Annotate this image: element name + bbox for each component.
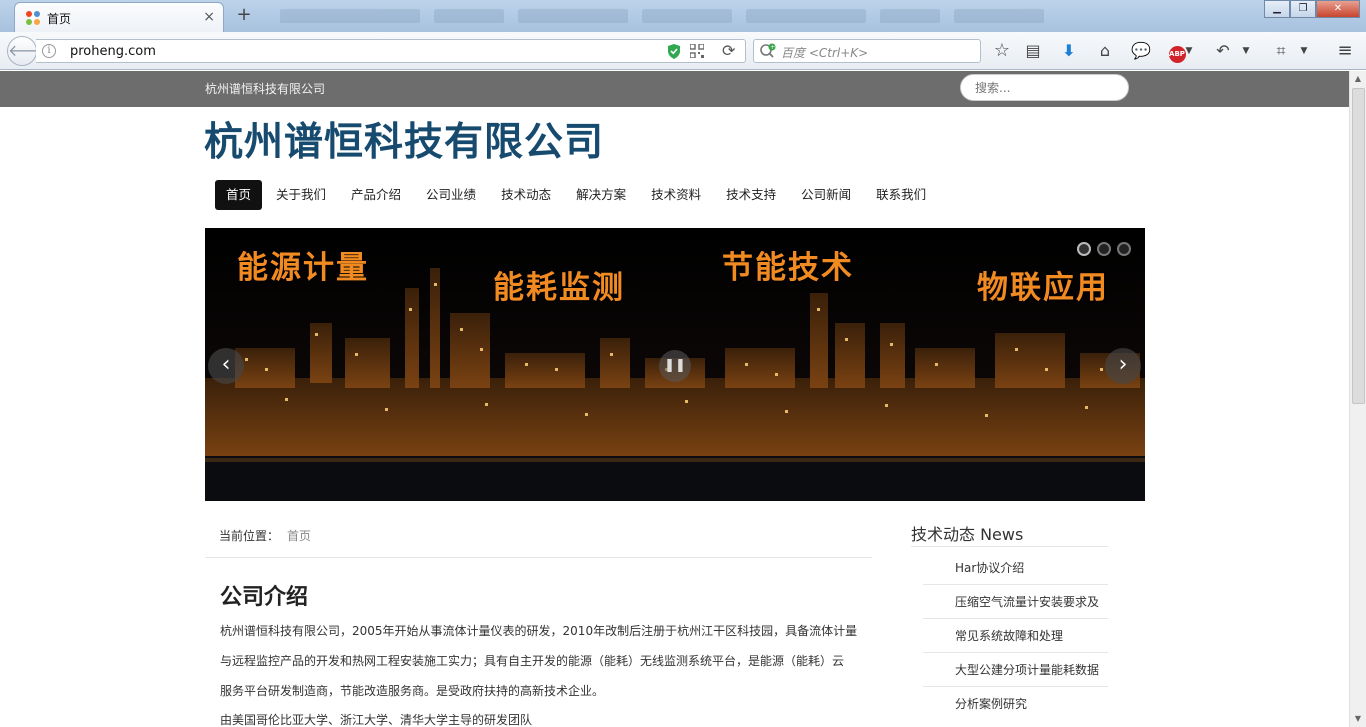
news-item[interactable]: 分析案例研究 bbox=[923, 687, 1108, 721]
banner-text-consumption-monitoring: 能耗监测 bbox=[493, 270, 625, 306]
url-text[interactable]: proheng.com bbox=[70, 44, 156, 59]
menu-item-company-news[interactable]: 公司新闻 bbox=[790, 180, 862, 210]
news-item[interactable]: 压缩空气流量计安装要求及 bbox=[923, 585, 1108, 619]
scrollbar-thumb[interactable] bbox=[1352, 88, 1365, 404]
maximize-button[interactable]: ❐ bbox=[1290, 0, 1316, 18]
svg-text:+: + bbox=[770, 44, 775, 51]
banner-text-energy-saving: 节能技术 bbox=[722, 250, 854, 286]
divider bbox=[205, 557, 872, 558]
crop-icon[interactable]: ⌗ bbox=[1270, 40, 1292, 62]
search-engine-icon[interactable]: + bbox=[759, 43, 777, 59]
top-strip: 杭州谱恒科技有限公司 bbox=[0, 71, 1349, 107]
slide-dot-1[interactable] bbox=[1077, 242, 1091, 256]
background-tabs bbox=[280, 6, 1140, 26]
menu-item-performance[interactable]: 公司业绩 bbox=[415, 180, 487, 210]
search-placeholder: 百度 <Ctrl+K> bbox=[781, 46, 869, 60]
minimize-button[interactable]: ▁ bbox=[1264, 0, 1290, 18]
sidebar-title: 技术动态 News bbox=[911, 525, 1024, 544]
menu-item-tech-news[interactable]: 技术动态 bbox=[490, 180, 562, 210]
breadcrumb: 当前位置： 首页 bbox=[219, 527, 311, 544]
slide-indicators bbox=[1077, 242, 1137, 256]
pause-icon[interactable]: ❚❚ bbox=[659, 350, 691, 382]
new-tab-button[interactable]: + bbox=[234, 5, 254, 25]
undo-icon[interactable]: ↶ bbox=[1212, 40, 1234, 62]
address-bar[interactable]: i proheng.com ⟳ bbox=[36, 39, 746, 63]
qr-code-icon[interactable] bbox=[690, 44, 704, 58]
menu-item-about[interactable]: 关于我们 bbox=[265, 180, 337, 210]
site-search-input[interactable] bbox=[975, 75, 1115, 100]
company-name-small: 杭州谱恒科技有限公司 bbox=[205, 82, 326, 96]
tab-close-icon[interactable]: × bbox=[203, 9, 215, 25]
browser-tab-bar: 首页 × + ▁ ❐ ✕ bbox=[0, 0, 1366, 32]
chat-icon[interactable]: 💬 bbox=[1130, 40, 1152, 62]
browser-tab-active[interactable]: 首页 × bbox=[14, 2, 224, 32]
menu-item-contact[interactable]: 联系我们 bbox=[865, 180, 937, 210]
news-item[interactable]: 常见系统故障和处理 bbox=[923, 619, 1108, 653]
menu-icon[interactable]: ≡ bbox=[1334, 40, 1356, 62]
breadcrumb-label: 当前位置： bbox=[219, 529, 280, 543]
next-slide-icon[interactable]: › bbox=[1105, 348, 1141, 384]
reload-icon[interactable]: ⟳ bbox=[722, 41, 735, 60]
prev-slide-icon[interactable]: ‹ bbox=[208, 348, 244, 384]
home-icon[interactable]: ⌂ bbox=[1094, 40, 1116, 62]
menu-item-solutions[interactable]: 解决方案 bbox=[565, 180, 637, 210]
browser-navigation-bar: 🡐 i proheng.com ⟳ + 百度 <Ctrl+K> ☆ ▤ ⬇ ⌂ … bbox=[0, 32, 1366, 70]
banner-slideshow[interactable]: 能源计量 能耗监测 节能技术 物联应用 ‹ ❚❚ › bbox=[205, 228, 1145, 501]
vertical-scrollbar[interactable]: ▲ ▼ bbox=[1349, 71, 1366, 727]
menu-item-support[interactable]: 技术支持 bbox=[715, 180, 787, 210]
undo-dropdown-icon[interactable]: ▼ bbox=[1240, 40, 1252, 62]
window-controls: ▁ ❐ ✕ bbox=[1264, 0, 1360, 20]
shield-icon[interactable] bbox=[667, 44, 681, 59]
bookmark-star-icon[interactable]: ☆ bbox=[991, 40, 1013, 62]
slide-dot-3[interactable] bbox=[1117, 242, 1131, 256]
download-icon[interactable]: ⬇ bbox=[1058, 40, 1080, 62]
page-viewport: 杭州谱恒科技有限公司 杭州谱恒科技有限公司 首页 关于我们 产品介绍 公司业绩 … bbox=[0, 71, 1349, 727]
site-search-box[interactable] bbox=[960, 74, 1129, 101]
banner-text-iot-application: 物联应用 bbox=[977, 270, 1109, 306]
article-body: 杭州谱恒科技有限公司，2005年开始从事流体计量仪表的研发，2010年改制后注册… bbox=[220, 616, 860, 706]
tab-title: 首页 bbox=[47, 12, 72, 26]
browser-search-box[interactable]: + 百度 <Ctrl+K> bbox=[753, 39, 981, 63]
main-menu: 首页 关于我们 产品介绍 公司业绩 技术动态 解决方案 技术资料 技术支持 公司… bbox=[215, 180, 940, 210]
joomla-favicon-icon bbox=[26, 11, 40, 25]
news-item[interactable]: Har协议介绍 bbox=[923, 551, 1108, 585]
crop-dropdown-icon[interactable]: ▼ bbox=[1298, 40, 1310, 62]
menu-item-home[interactable]: 首页 bbox=[215, 180, 263, 210]
adblock-dropdown-icon[interactable]: ▼ bbox=[1183, 40, 1195, 62]
info-icon[interactable]: i bbox=[42, 44, 56, 58]
scroll-down-icon[interactable]: ▼ bbox=[1353, 714, 1363, 724]
banner-text-energy-metering: 能源计量 bbox=[237, 250, 369, 286]
divider bbox=[911, 546, 1108, 547]
close-window-button[interactable]: ✕ bbox=[1316, 0, 1360, 18]
back-icon[interactable]: 🡐 bbox=[7, 36, 51, 66]
site-title[interactable]: 杭州谱恒科技有限公司 bbox=[204, 111, 604, 167]
article-line: 与远程监控产品的开发和热网工程安装施工实力；具有自主开发的能源（能耗）无线监测系… bbox=[220, 654, 845, 668]
reading-list-icon[interactable]: ▤ bbox=[1022, 40, 1044, 62]
scroll-up-icon[interactable]: ▲ bbox=[1353, 74, 1363, 84]
article-next-paragraph: 由美国哥伦比亚大学、浙江大学、清华大学主导的研发团队 bbox=[220, 713, 533, 727]
slide-dot-2[interactable] bbox=[1097, 242, 1111, 256]
menu-item-tech-docs[interactable]: 技术资料 bbox=[640, 180, 712, 210]
menu-item-products[interactable]: 产品介绍 bbox=[340, 180, 412, 210]
article-line: 服务平台研发制造商，节能改造服务商。是受政府扶持的高新技术企业。 bbox=[220, 684, 605, 698]
news-item[interactable]: 大型公建分项计量能耗数据 bbox=[923, 653, 1108, 687]
news-list: Har协议介绍 压缩空气流量计安装要求及 常见系统故障和处理 大型公建分项计量能… bbox=[923, 551, 1108, 721]
article-title: 公司介绍 bbox=[220, 585, 309, 610]
breadcrumb-home-link[interactable]: 首页 bbox=[287, 529, 311, 543]
article-line: 杭州谱恒科技有限公司，2005年开始从事流体计量仪表的研发，2010年改制后注册… bbox=[220, 624, 858, 638]
